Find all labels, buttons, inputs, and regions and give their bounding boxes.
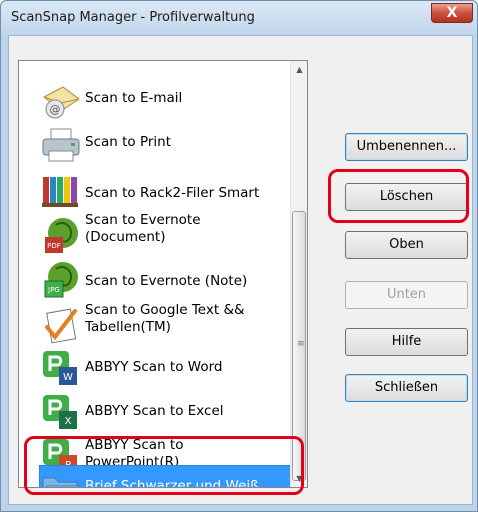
profile-label: Scan to Google Text && (85, 302, 245, 318)
title-bar[interactable]: ScanSnap Manager - Profilverwaltung X (1, 1, 477, 35)
help-button[interactable]: Hilfe (345, 328, 468, 356)
printer-icon (42, 128, 80, 162)
list-item[interactable]: W ABBYY Scan to Word (19, 343, 289, 387)
abbyy-excel-icon: X (43, 395, 77, 429)
list-item[interactable]: Scan to Google Text && Tabellen(TM) (19, 299, 289, 344)
binders-icon (42, 177, 78, 207)
profile-label: Scan to Evernote (85, 212, 201, 228)
close-icon: X (446, 5, 458, 21)
profile-label-line-2: (Document) (85, 229, 166, 245)
selected-profile-callout (24, 436, 304, 495)
scroll-up-arrow-icon[interactable]: ▲ (291, 61, 307, 78)
envelope-icon: @ (43, 86, 80, 119)
profile-list[interactable]: @ Scan to E-mail Scan to Print Scan to R… (18, 60, 308, 488)
list-item[interactable]: JPG Scan to Evernote (Note) (19, 255, 289, 299)
svg-text:X: X (65, 416, 72, 427)
move-up-button[interactable]: Oben (345, 231, 468, 259)
profile-label: Scan to Rack2-Filer Smart (85, 185, 260, 201)
list-scrollbar[interactable]: ▲ ≡ ▼ (290, 61, 307, 487)
list-item[interactable]: Scan to Print (19, 123, 289, 167)
profile-label: ABBYY Scan to Excel (85, 403, 224, 419)
profile-label: Scan to Print (85, 134, 172, 150)
svg-text:@: @ (50, 103, 61, 116)
window-title: ScanSnap Manager - Profilverwaltung (11, 10, 255, 25)
evernote-pdf-icon: PDF (45, 218, 78, 253)
list-item[interactable]: X ABBYY Scan to Excel (19, 387, 289, 431)
svg-text:PDF: PDF (47, 242, 61, 250)
google-docs-icon (45, 308, 77, 344)
list-item[interactable]: PDF Scan to Evernote (Document) (19, 211, 289, 255)
list-item[interactable]: Scan to Rack2-Filer Smart (19, 167, 289, 211)
profile-label: Scan to E-mail (85, 90, 183, 106)
dialog-client-area: @ Scan to E-mail Scan to Print Scan to R… (8, 35, 473, 505)
list-item[interactable]: @ Scan to E-mail (19, 79, 289, 123)
window-close-button[interactable]: X (431, 3, 473, 23)
evernote-jpg-icon: JPG (44, 262, 78, 298)
rename-button[interactable]: Umbenennen... (345, 133, 468, 161)
close-button[interactable]: Schließen (345, 374, 468, 402)
move-down-button: Unten (345, 281, 468, 309)
profile-label-line-2: Tabellen(TM) (85, 319, 171, 335)
delete-button-callout (328, 169, 469, 223)
profile-label: Scan to Evernote (Note) (85, 273, 248, 289)
profile-label: ABBYY Scan to Word (85, 359, 223, 375)
grip-icon: ≡ (297, 339, 305, 349)
svg-text:JPG: JPG (47, 286, 60, 294)
abbyy-word-icon: W (43, 351, 77, 385)
svg-text:W: W (63, 372, 73, 383)
